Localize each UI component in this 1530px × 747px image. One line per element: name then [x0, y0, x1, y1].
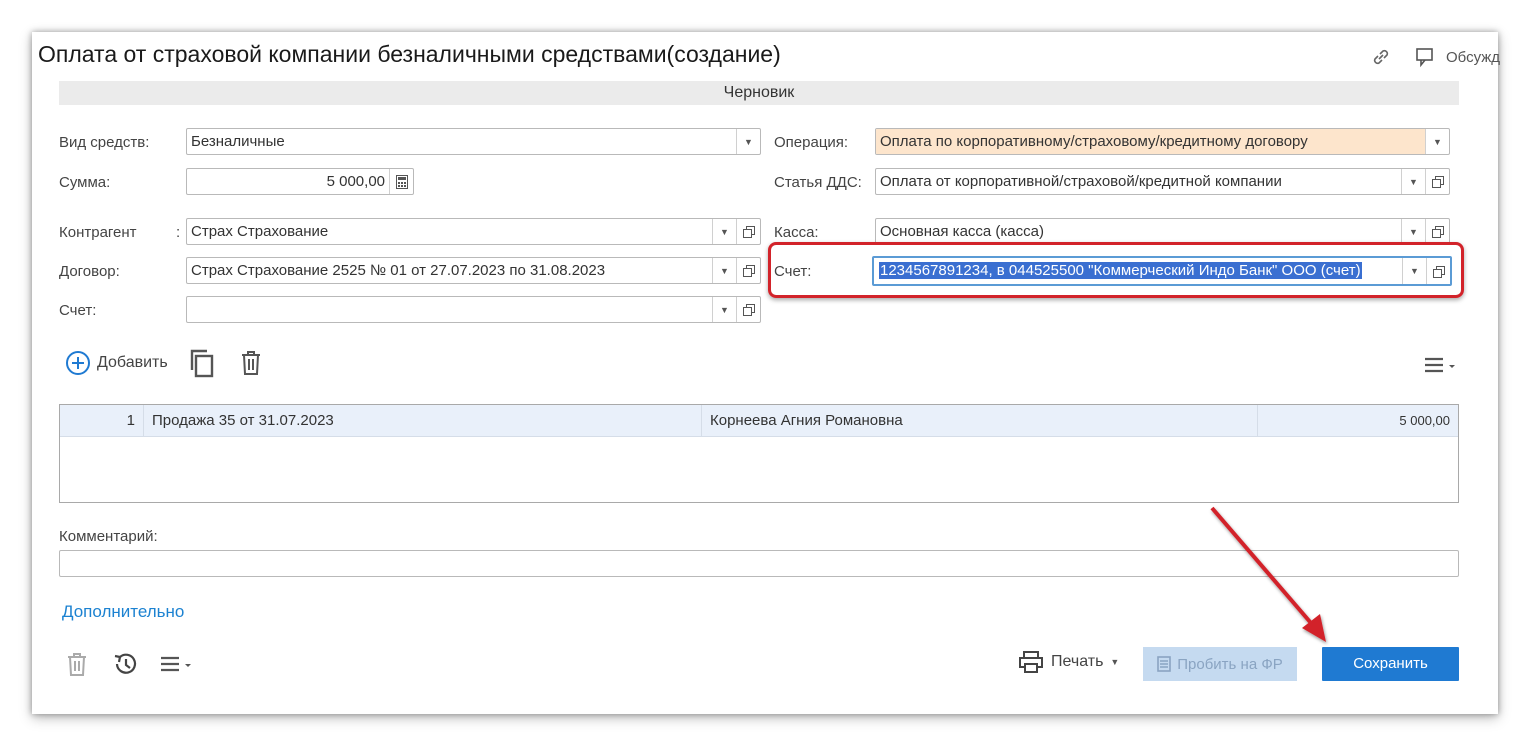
chevron-down-icon[interactable]: ▼ [712, 219, 736, 244]
cashbox-label: Касса: [774, 224, 819, 241]
cash-type-label: Вид средств: [59, 134, 150, 151]
open-form-icon[interactable] [1425, 169, 1449, 194]
document-window: Оплата от страховой компании безналичным… [32, 32, 1500, 714]
cash-type-value: Безналичные [191, 133, 285, 150]
print-label: Печать [1051, 653, 1104, 670]
cash-flow-item-label: Статья ДДС: [774, 174, 862, 191]
cashbox-value: Основная касса (касса) [880, 223, 1044, 240]
cash-flow-item-select[interactable]: Оплата от корпоративной/страховой/кредит… [875, 168, 1450, 195]
chevron-down-icon[interactable]: ▼ [1401, 169, 1425, 194]
add-row-label: Добавить [97, 354, 168, 371]
chevron-down-icon: ▼ [1110, 657, 1120, 667]
discussion-icon[interactable] [1414, 46, 1436, 72]
cashbox-select[interactable]: Основная касса (касса) ▼ [875, 218, 1450, 245]
receipt-icon [1157, 656, 1172, 672]
row-number: 1 [60, 405, 144, 437]
open-form-icon[interactable] [736, 297, 760, 322]
counterparty-colon: : [176, 224, 181, 241]
counterparty-select[interactable]: Страх Страхование ▼ [186, 218, 761, 245]
counterparty-value: Страх Страхование [191, 223, 329, 240]
chevron-down-icon[interactable]: ▼ [1425, 129, 1449, 154]
history-icon[interactable] [112, 651, 140, 681]
plus-circle-icon [66, 351, 90, 375]
status-bar: Черновик [59, 81, 1459, 105]
annotation-arrow-icon [1210, 506, 1326, 642]
add-row-button[interactable]: Добавить [65, 350, 168, 376]
amount-label: Сумма: [59, 174, 111, 191]
save-button[interactable]: Сохранить [1322, 647, 1459, 681]
operation-label: Операция: [774, 134, 849, 151]
amount-field[interactable]: 5 000,00 [186, 168, 414, 195]
fiscal-register-label: Пробить на ФР [1177, 655, 1283, 673]
fiscal-register-button[interactable]: Пробить на ФР [1143, 647, 1297, 681]
counterparty-label: Контрагент [59, 224, 137, 241]
chevron-down-icon[interactable]: ▼ [1401, 219, 1425, 244]
contract-value: Страх Страхование 2525 № 01 от 27.07.202… [191, 262, 606, 279]
additional-link[interactable]: Дополнительно [62, 602, 184, 622]
chevron-down-icon[interactable]: ▼ [712, 297, 736, 322]
printer-icon [1019, 651, 1043, 673]
discussion-label[interactable]: Обсужд [1446, 49, 1500, 66]
left-account-select[interactable]: ▼ [186, 296, 761, 323]
open-form-icon[interactable] [1425, 219, 1449, 244]
left-account-label: Счет: [59, 302, 97, 319]
cash-type-select[interactable]: Безналичные ▼ [186, 128, 761, 155]
link-icon[interactable] [1370, 46, 1392, 72]
trash-icon[interactable] [239, 349, 263, 381]
calculator-icon[interactable] [389, 169, 413, 194]
contract-label: Договор: [59, 263, 120, 280]
open-form-icon[interactable] [736, 219, 760, 244]
copy-icon[interactable] [188, 348, 216, 382]
left-account-value [187, 297, 712, 322]
cash-flow-item-value: Оплата от корпоративной/страховой/кредит… [880, 173, 1282, 190]
contract-select[interactable]: Страх Страхование 2525 № 01 от 27.07.202… [186, 257, 761, 284]
operation-value: Оплата по корпоративному/страховому/кред… [876, 129, 1425, 154]
more-menu-icon[interactable] [1424, 355, 1458, 379]
page-title: Оплата от страховой компании безналичным… [38, 41, 781, 67]
delete-icon[interactable] [66, 652, 88, 682]
chevron-down-icon[interactable]: ▼ [712, 258, 736, 283]
operation-select[interactable]: Оплата по корпоративному/страховому/кред… [875, 128, 1450, 155]
chevron-down-icon[interactable]: ▼ [736, 129, 760, 154]
row-amount: 5 000,00 [1399, 413, 1450, 428]
annotation-highlight-frame [768, 242, 1464, 298]
documents-table: 1 Продажа 35 от 31.07.2023 Корнеева Агни… [59, 404, 1459, 503]
open-form-icon[interactable] [736, 258, 760, 283]
amount-value: 5 000,00 [326, 173, 385, 190]
comment-label: Комментарий: [59, 528, 158, 545]
table-row[interactable]: 1 Продажа 35 от 31.07.2023 Корнеева Агни… [60, 405, 1458, 437]
print-button[interactable]: Печать ▼ [1018, 650, 1119, 674]
row-person: Корнеева Агния Романовна [702, 405, 1258, 437]
row-document: Продажа 35 от 31.07.2023 [144, 405, 702, 437]
footer-menu-icon[interactable] [160, 654, 194, 678]
